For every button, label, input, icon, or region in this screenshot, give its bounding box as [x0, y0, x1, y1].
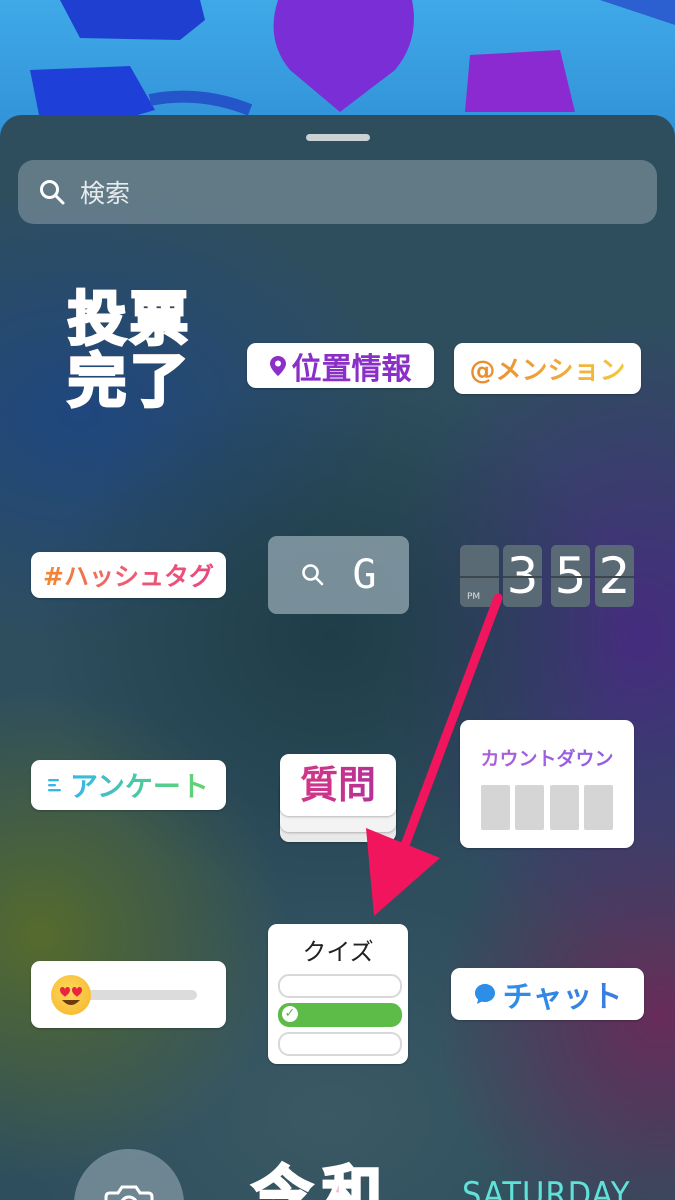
- reiwa-sticker[interactable]: 令和: [251, 1164, 392, 1200]
- search-bar[interactable]: 検索: [18, 160, 657, 224]
- countdown-box: [584, 785, 613, 830]
- heart-eyes-emoji-face: [60, 987, 82, 1005]
- chat-label: チャット: [503, 972, 623, 1016]
- search-icon: [40, 180, 65, 205]
- questions-label: 質問: [280, 754, 396, 816]
- camera-sticker[interactable]: [74, 1149, 184, 1200]
- camera-icon: [104, 1185, 154, 1200]
- time-digit: PM: [460, 545, 499, 607]
- sheet-grabber[interactable]: [306, 134, 370, 141]
- time-digit-value: 5: [554, 547, 587, 605]
- quiz-label: クイズ: [302, 938, 374, 966]
- quiz-sticker[interactable]: クイズ ✓: [268, 924, 408, 1064]
- quiz-option-correct: ✓: [278, 1003, 402, 1027]
- gif-sticker[interactable]: G: [268, 536, 409, 614]
- poll-label: アンケート: [70, 765, 209, 805]
- vote-char: 投: [66, 285, 127, 353]
- heart-eyes-emoji-icon: [51, 975, 91, 1015]
- countdown-box: [515, 785, 544, 830]
- location-label: 位置情報: [291, 351, 412, 387]
- time-digit: 3: [503, 545, 542, 607]
- quiz-option: [278, 1032, 402, 1056]
- countdown-box: [481, 785, 510, 830]
- day-sticker[interactable]: SATURDAY: [462, 1178, 631, 1200]
- sticker-tray: 検索 投 票 完 了 位置情報 @メンション #ハッシュタグ G PM 3 5 …: [0, 115, 675, 1200]
- vote-complete-sticker[interactable]: 投 票 完 了: [60, 285, 200, 425]
- countdown-sticker[interactable]: カウントダウン: [460, 720, 634, 848]
- hashtag-label: #ハッシュタグ: [43, 557, 214, 593]
- vote-char: 完: [66, 347, 127, 415]
- time-digit-value: 3: [506, 547, 539, 605]
- quiz-option: [278, 974, 402, 998]
- countdown-box: [550, 785, 579, 830]
- vote-char: 了: [128, 347, 189, 415]
- time-digit: 5: [551, 545, 590, 607]
- time-digit-value: 2: [598, 547, 631, 605]
- check-icon: ✓: [282, 1006, 298, 1022]
- countdown-label: カウントダウン: [460, 744, 634, 771]
- time-sticker[interactable]: PM 3 5 2: [460, 545, 634, 607]
- poll-sticker[interactable]: アンケート: [31, 760, 226, 810]
- time-period: PM: [467, 592, 481, 602]
- mention-sticker[interactable]: @メンション: [454, 343, 641, 394]
- questions-sticker[interactable]: 質問: [280, 754, 396, 842]
- chat-bubble-icon: [474, 984, 495, 1004]
- hashtag-sticker[interactable]: #ハッシュタグ: [31, 552, 226, 598]
- poll-lines-icon: [48, 779, 62, 792]
- vote-char: 票: [128, 285, 189, 353]
- time-digit: 2: [595, 545, 634, 607]
- slider-track: [79, 990, 197, 1000]
- chat-sticker[interactable]: チャット: [451, 968, 644, 1020]
- question-card-front: 質問: [280, 754, 396, 816]
- emoji-slider-sticker[interactable]: [31, 961, 226, 1028]
- search-input[interactable]: 検索: [80, 174, 130, 210]
- mention-label: @メンション: [469, 350, 625, 387]
- gif-label: G: [352, 552, 377, 598]
- gif-search-icon: [302, 564, 324, 586]
- location-pin-icon: [269, 355, 286, 376]
- location-sticker[interactable]: 位置情報: [247, 343, 434, 388]
